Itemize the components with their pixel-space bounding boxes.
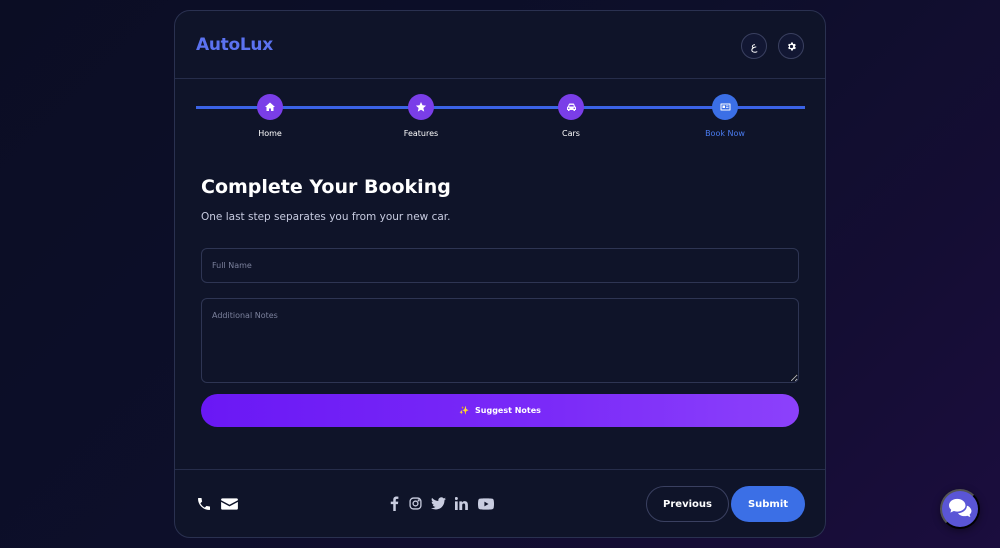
card-footer: Previous Submit	[175, 469, 825, 537]
youtube-icon[interactable]	[477, 497, 494, 510]
step-features[interactable]: Features	[381, 91, 461, 138]
page-subtitle: One last step separates you from your ne…	[201, 211, 451, 223]
facebook-icon[interactable]	[387, 496, 401, 511]
star-icon	[415, 102, 427, 112]
step-book-now[interactable]: Book Now	[685, 91, 765, 138]
step-label: Home	[258, 129, 282, 138]
progress-steps: Home Features Cars Book Now	[196, 91, 805, 151]
booking-card: AutoLux ع Home Features Cars Book Now Co…	[174, 10, 826, 538]
previous-button[interactable]: Previous	[646, 486, 729, 522]
settings-button[interactable]	[778, 33, 804, 59]
card-header: AutoLux ع	[175, 11, 825, 79]
linkedin-icon[interactable]	[454, 496, 468, 511]
suggest-notes-button[interactable]: ✨ Suggest Notes	[201, 394, 799, 427]
step-cars[interactable]: Cars	[531, 91, 611, 138]
instagram-icon[interactable]	[408, 496, 423, 511]
home-icon	[265, 102, 275, 111]
full-name-input[interactable]	[201, 248, 799, 283]
step-home[interactable]: Home	[230, 91, 310, 138]
chat-button[interactable]	[940, 489, 980, 529]
twitter-icon[interactable]	[430, 496, 446, 511]
submit-button[interactable]: Submit	[731, 486, 805, 522]
additional-notes-textarea[interactable]	[201, 298, 799, 383]
gear-icon	[787, 42, 796, 50]
step-label: Cars	[562, 129, 580, 138]
step-label: Book Now	[705, 129, 745, 138]
id-card-icon	[720, 103, 730, 111]
phone-icon[interactable]	[195, 495, 212, 512]
page-title: Complete Your Booking	[201, 176, 451, 198]
step-label: Features	[403, 129, 439, 138]
chat-bubbles-icon	[949, 498, 972, 518]
envelope-icon[interactable]	[220, 495, 238, 512]
car-icon	[566, 103, 576, 111]
language-toggle-button[interactable]: ع	[741, 33, 767, 59]
logo[interactable]: AutoLux	[196, 35, 273, 55]
suggest-notes-label: Suggest Notes	[475, 406, 541, 415]
sparkles-icon: ✨	[459, 406, 470, 415]
